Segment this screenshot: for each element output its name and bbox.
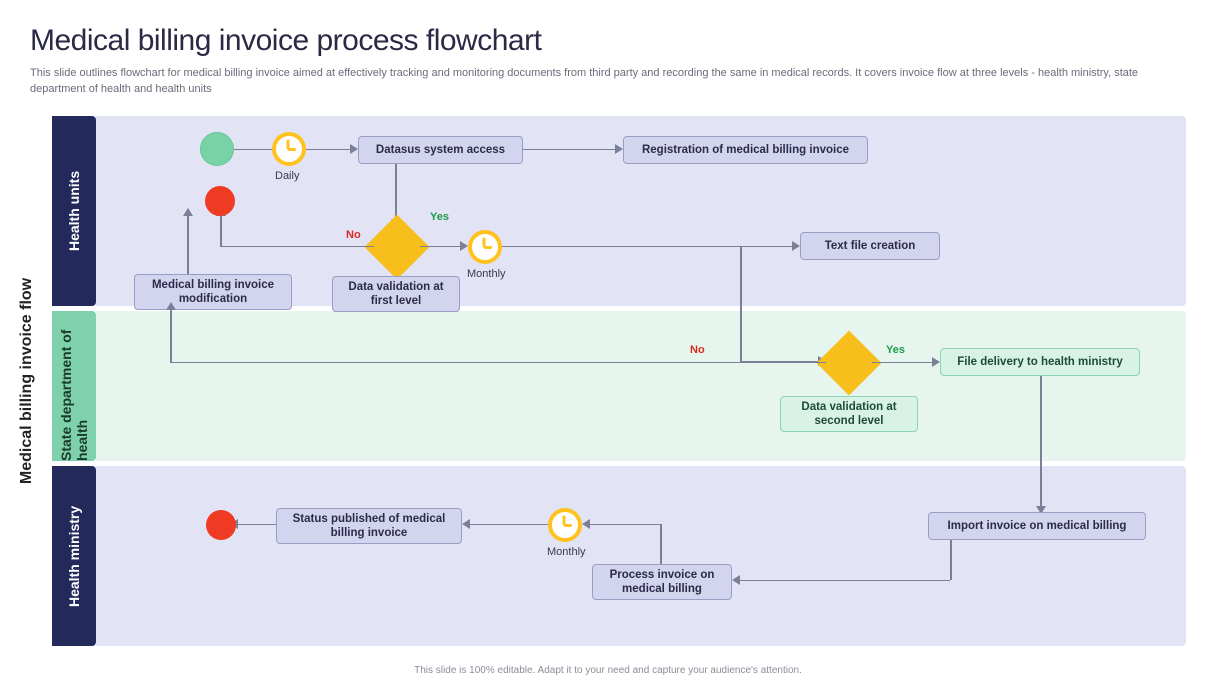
end-node-lane3 (206, 510, 236, 540)
yes-label-1: Yes (430, 211, 449, 223)
end-node-lane1 (205, 186, 235, 216)
lane-body-state-dept (96, 311, 1186, 461)
clock-monthly1-label: Monthly (467, 268, 506, 280)
clock-monthly1-icon (468, 230, 502, 264)
import-invoice-node: Import invoice on medical billing (928, 512, 1146, 540)
validation-second-label: Data validation at second level (780, 396, 918, 432)
lane-label-health-ministry: Health ministry (52, 466, 96, 646)
status-published-node: Status published of medical billing invo… (276, 508, 462, 544)
clock-monthly2-label: Monthly (547, 546, 586, 558)
start-node (200, 132, 234, 166)
flowchart: Medical billing invoice flow Health unit… (60, 116, 1180, 646)
registration-node: Registration of medical billing invoice (623, 136, 868, 164)
master-lane-label: Medical billing invoice flow (18, 116, 46, 646)
page-title: Medical billing invoice process flowchar… (30, 24, 1186, 58)
text-file-node: Text file creation (800, 232, 940, 260)
datasus-access-node: Datasus system access (358, 136, 523, 164)
modification-node: Medical billing invoice modification (134, 274, 292, 310)
lane-label-health-units: Health units (52, 116, 96, 306)
yes-label-2: Yes (886, 344, 905, 356)
validation-second-diamond (826, 340, 872, 386)
lane-label-state-dept: State department of health (52, 311, 96, 461)
no-label-2: No (690, 344, 705, 356)
validation-first-label: Data validation at first level (332, 276, 460, 312)
clock-daily-icon (272, 132, 306, 166)
footer-note: This slide is 100% editable. Adapt it to… (0, 665, 1216, 676)
clock-daily-label: Daily (275, 170, 299, 182)
lane-body-health-ministry (96, 466, 1186, 646)
validation-first-diamond (374, 224, 420, 270)
page-subtitle: This slide outlines flowchart for medica… (30, 66, 1170, 98)
file-delivery-node: File delivery to health ministry (940, 348, 1140, 376)
no-label-1: No (346, 229, 361, 241)
process-invoice-node: Process invoice on medical billing (592, 564, 732, 600)
clock-monthly2-icon (548, 508, 582, 542)
